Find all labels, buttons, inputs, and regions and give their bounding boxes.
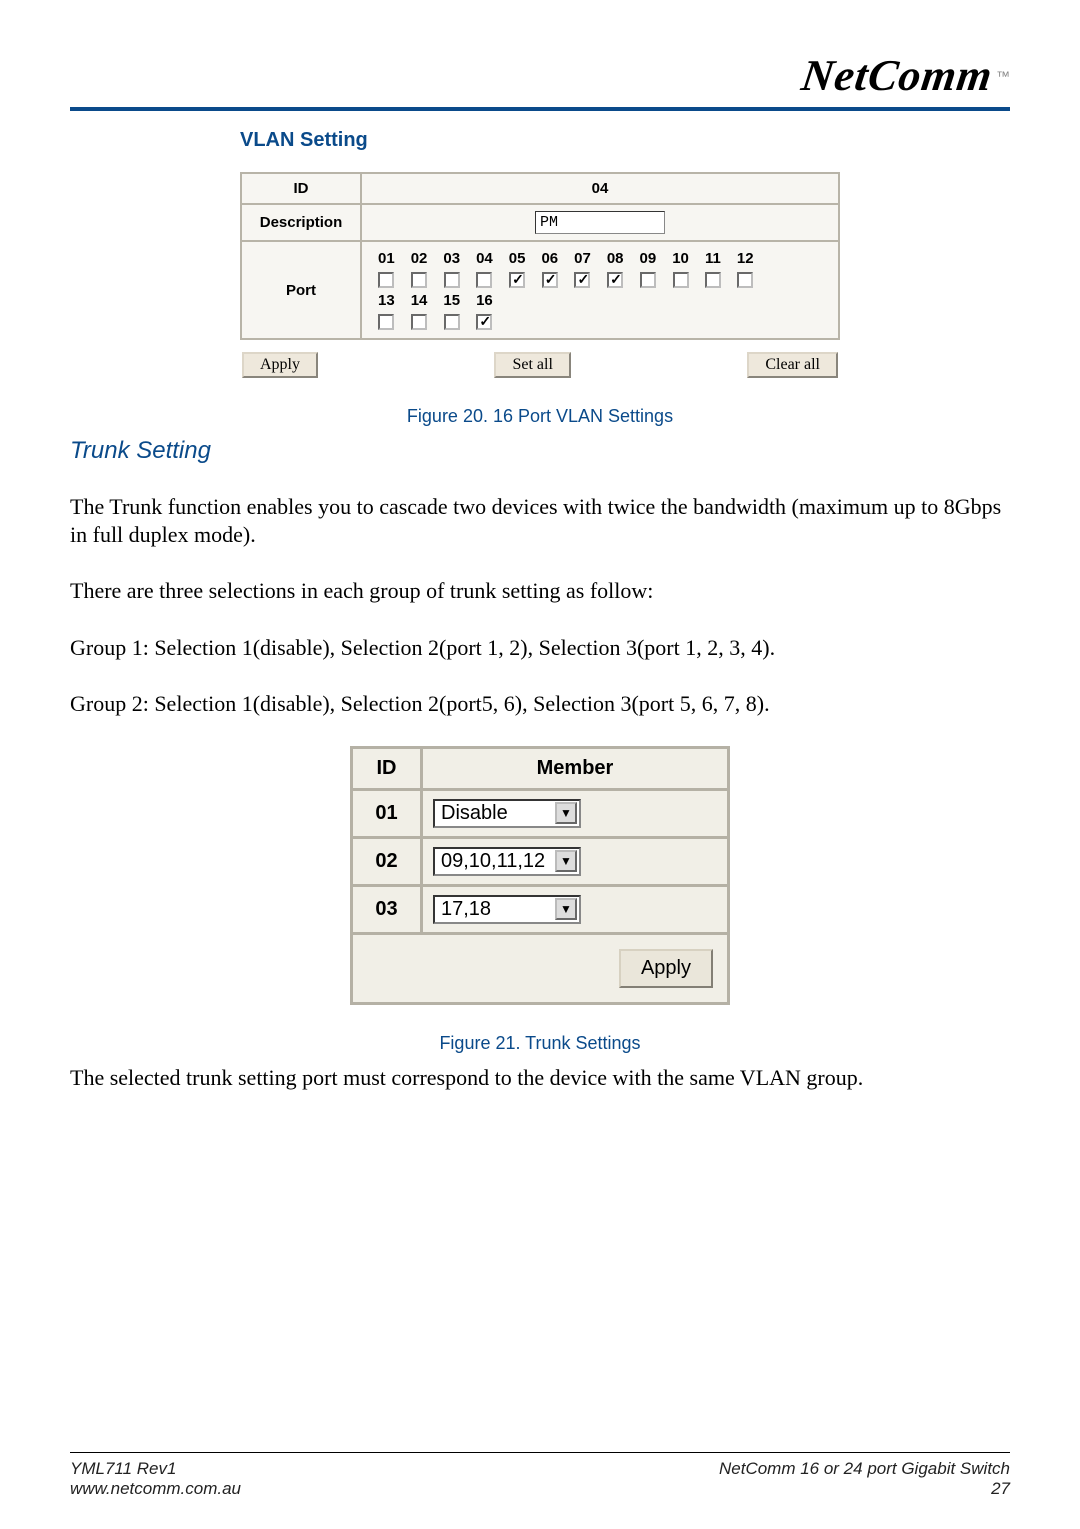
port-num: 15 <box>435 290 468 311</box>
port-checkbox-06[interactable] <box>542 272 558 288</box>
vlan-port-numbers-top: 01 02 03 04 05 06 07 08 09 10 11 12 <box>370 248 762 269</box>
trunk-member-03-select[interactable]: 17,18 ▼ <box>433 895 581 924</box>
port-num: 08 <box>599 248 632 269</box>
trunk-id-03: 03 <box>352 885 422 933</box>
trademark-icon: ™ <box>996 68 1010 84</box>
trunk-member-header: Member <box>422 747 729 789</box>
port-checkbox-01[interactable] <box>378 272 394 288</box>
vlan-description-row: Description <box>241 204 839 241</box>
vlan-id-value: 04 <box>361 173 839 204</box>
closing-paragraph: The selected trunk setting port must cor… <box>70 1064 1010 1092</box>
header-divider <box>70 107 1010 111</box>
port-checkbox-13[interactable] <box>378 314 394 330</box>
chevron-down-icon: ▼ <box>555 802 577 824</box>
port-checkbox-05[interactable] <box>509 272 525 288</box>
set-all-button[interactable]: Set all <box>494 352 570 378</box>
port-num: 02 <box>403 248 436 269</box>
footer-url: www.netcomm.com.au <box>70 1479 241 1499</box>
trunk-id-02: 02 <box>352 837 422 885</box>
vlan-table: ID 04 Description Port 01 02 03 <box>240 172 840 340</box>
trunk-paragraph-2: There are three selections in each group… <box>70 577 1010 605</box>
trunk-member-02-cell: 09,10,11,12 ▼ <box>422 837 729 885</box>
port-checkbox-02[interactable] <box>411 272 427 288</box>
vlan-port-checks-bottom <box>370 311 762 332</box>
footer-doc-rev: YML711 Rev1 <box>70 1459 241 1479</box>
port-num: 16 <box>468 290 501 311</box>
vlan-description-cell <box>361 204 839 241</box>
vlan-description-label: Description <box>241 204 361 241</box>
trunk-header-row: ID Member <box>352 747 729 789</box>
port-num: 12 <box>729 248 762 269</box>
footer-product: NetComm 16 or 24 port Gigabit Switch <box>719 1459 1010 1479</box>
clear-all-button[interactable]: Clear all <box>747 352 838 378</box>
footer-left: YML711 Rev1 www.netcomm.com.au <box>70 1459 241 1499</box>
figure-20-caption: Figure 20. 16 Port VLAN Settings <box>70 406 1010 427</box>
vlan-button-row: Apply Set all Clear all <box>240 352 840 378</box>
trunk-member-03-cell: 17,18 ▼ <box>422 885 729 933</box>
port-num: 03 <box>435 248 468 269</box>
trunk-id-header: ID <box>352 747 422 789</box>
port-num: 09 <box>632 248 665 269</box>
footer-page-number: 27 <box>719 1479 1010 1499</box>
trunk-member-01-value: Disable <box>441 802 551 825</box>
figure-21-caption: Figure 21. Trunk Settings <box>70 1033 1010 1054</box>
vlan-description-input[interactable] <box>535 211 665 234</box>
trunk-member-02-select[interactable]: 09,10,11,12 ▼ <box>433 847 581 876</box>
trunk-member-02-value: 09,10,11,12 <box>441 850 551 873</box>
trunk-row-03: 03 17,18 ▼ <box>352 885 729 933</box>
chevron-down-icon: ▼ <box>555 898 577 920</box>
trunk-setting-heading: Trunk Setting <box>70 437 1010 465</box>
trunk-member-01-cell: Disable ▼ <box>422 789 729 837</box>
port-checkbox-03[interactable] <box>444 272 460 288</box>
port-checkbox-04[interactable] <box>476 272 492 288</box>
brand-logo-text: NetComm <box>798 51 995 100</box>
port-checkbox-07[interactable] <box>574 272 590 288</box>
vlan-port-grid: 01 02 03 04 05 06 07 08 09 10 11 12 <box>370 248 762 332</box>
port-num: 10 <box>664 248 697 269</box>
chevron-down-icon: ▼ <box>555 850 577 872</box>
port-num: 11 <box>697 248 729 269</box>
port-num: 13 <box>370 290 403 311</box>
brand-logo: NetComm <box>798 50 995 101</box>
vlan-panel-title: VLAN Setting <box>240 129 840 152</box>
vlan-port-row: Port 01 02 03 04 05 06 07 08 09 <box>241 241 839 339</box>
vlan-port-numbers-bottom: 13 14 15 16 <box>370 290 762 311</box>
trunk-paragraph-3: Group 1: Selection 1(disable), Selection… <box>70 634 1010 662</box>
port-checkbox-08[interactable] <box>607 272 623 288</box>
port-checkbox-11[interactable] <box>705 272 721 288</box>
page-footer: YML711 Rev1 www.netcomm.com.au NetComm 1… <box>70 1452 1010 1499</box>
trunk-paragraph-4: Group 2: Selection 1(disable), Selection… <box>70 690 1010 718</box>
vlan-setting-screenshot: VLAN Setting ID 04 Description Port 01 <box>240 129 840 378</box>
trunk-row-02: 02 09,10,11,12 ▼ <box>352 837 729 885</box>
port-num: 01 <box>370 248 403 269</box>
footer-right: NetComm 16 or 24 port Gigabit Switch 27 <box>719 1459 1010 1499</box>
trunk-id-01: 01 <box>352 789 422 837</box>
apply-button[interactable]: Apply <box>242 352 318 378</box>
vlan-port-grid-cell: 01 02 03 04 05 06 07 08 09 10 11 12 <box>361 241 839 339</box>
trunk-screenshot: ID Member 01 Disable ▼ 02 09,10,11,12 ▼ <box>350 746 730 1005</box>
port-num: 04 <box>468 248 501 269</box>
port-checkbox-16[interactable] <box>476 314 492 330</box>
port-checkbox-12[interactable] <box>737 272 753 288</box>
port-num: 05 <box>501 248 534 269</box>
trunk-row-01: 01 Disable ▼ <box>352 789 729 837</box>
vlan-id-row: ID 04 <box>241 173 839 204</box>
port-num: 14 <box>403 290 436 311</box>
trunk-apply-button[interactable]: Apply <box>619 949 713 988</box>
vlan-id-label: ID <box>241 173 361 204</box>
trunk-member-03-value: 17,18 <box>441 898 551 921</box>
trunk-apply-row: Apply <box>352 933 729 1003</box>
port-checkbox-15[interactable] <box>444 314 460 330</box>
port-num: 06 <box>533 248 566 269</box>
vlan-port-label: Port <box>241 241 361 339</box>
header-logo-row: NetComm ™ <box>70 50 1010 101</box>
trunk-paragraph-1: The Trunk function enables you to cascad… <box>70 493 1010 549</box>
port-num: 07 <box>566 248 599 269</box>
port-checkbox-10[interactable] <box>673 272 689 288</box>
port-checkbox-14[interactable] <box>411 314 427 330</box>
trunk-table: ID Member 01 Disable ▼ 02 09,10,11,12 ▼ <box>350 746 730 1005</box>
port-checkbox-09[interactable] <box>640 272 656 288</box>
vlan-port-checks-top <box>370 269 762 290</box>
trunk-member-01-select[interactable]: Disable ▼ <box>433 799 581 828</box>
